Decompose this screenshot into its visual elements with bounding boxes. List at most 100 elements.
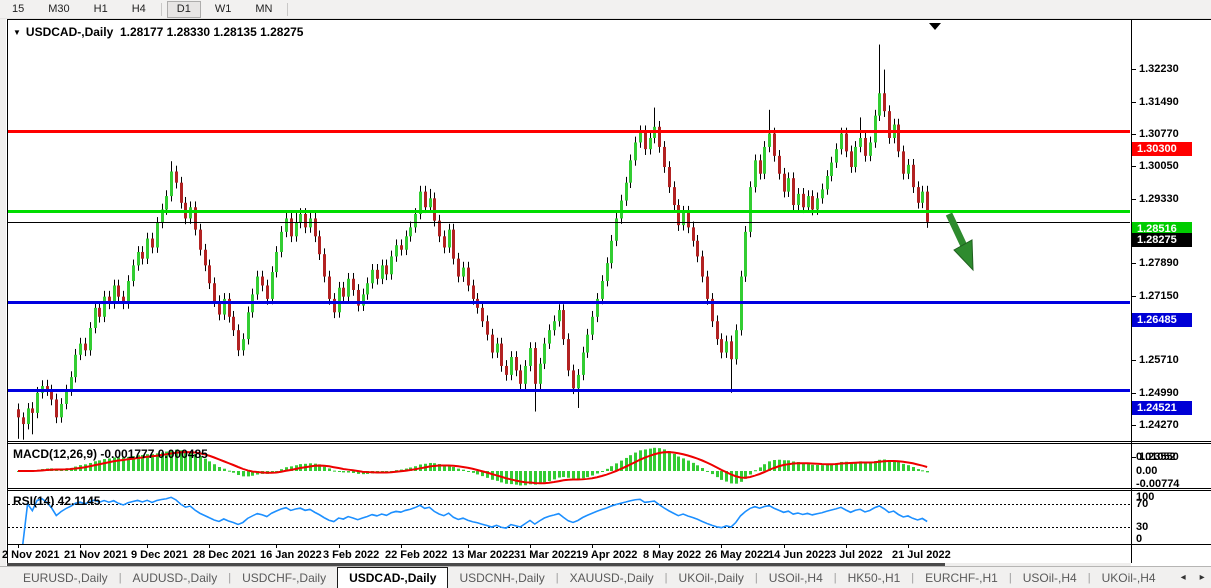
axis-tick [1131, 296, 1136, 297]
price-label-1.32230: 1.32230 [1131, 63, 1179, 76]
date-label: 14 Jun 2022 [768, 549, 831, 561]
price-label-1.29330: 1.29330 [1131, 193, 1179, 206]
date-label: 13 Mar 2022 [452, 549, 515, 561]
date-label: 21 Nov 2021 [64, 549, 128, 561]
price-label-1.31490: 1.31490 [1131, 96, 1179, 109]
price-label-1.24270: 1.24270 [1131, 419, 1179, 432]
date-tick [721, 545, 722, 548]
axis-tick [1131, 102, 1136, 103]
main-panel-bottom-border [7, 441, 1211, 442]
date-tick [784, 545, 785, 548]
toolbar-separator [160, 2, 162, 16]
chart-symbol-label: USDCAD-,Daily [25, 25, 114, 39]
date-tick [339, 545, 340, 548]
date-tick [530, 545, 531, 548]
macd-label: MACD(12,26,9) -0.001777 0.000485 [13, 447, 208, 461]
date-tick [80, 545, 81, 548]
price-level-badge-1.26485: 1.26485 [1132, 313, 1192, 327]
date-label: 3 Feb 2022 [323, 549, 380, 561]
date-tick [276, 545, 277, 548]
rsi-label: RSI(14) 42.1145 [13, 494, 101, 508]
date-label: 2 Nov 2021 [2, 549, 60, 561]
price-label-1.27890: 1.27890 [1131, 257, 1179, 270]
price-level-badge-1.30300: 1.30300 [1132, 142, 1192, 156]
timeframe-m30[interactable]: M30 [38, 1, 79, 18]
symbol-tab-audusddaily[interactable]: AUDUSD-,Daily [122, 567, 229, 588]
symbol-tab-ukoildaily[interactable]: UKOil-,Daily [668, 567, 755, 588]
symbol-tab-xauusddaily[interactable]: XAUUSD-,Daily [559, 567, 665, 588]
date-tick [209, 545, 210, 548]
date-label: 9 Dec 2021 [131, 549, 188, 561]
rsi-axis-label: 0 [1136, 533, 1143, 545]
tab-scroll-right-icon[interactable]: ▸ [1200, 572, 1205, 583]
rsi-axis-label: 70 [1136, 498, 1149, 510]
date-label: 3 Jul 2022 [830, 549, 883, 561]
timeframe-h1[interactable]: H1 [84, 1, 118, 18]
price-axis-separator [1131, 19, 1132, 563]
price-level-badge-1.24521: 1.24521 [1132, 401, 1192, 415]
symbol-tab-usdcnhdaily[interactable]: USDCNH-,Daily [448, 567, 555, 588]
date-label: 26 May 2022 [705, 549, 770, 561]
axis-tick [1131, 393, 1136, 394]
macd-axis-label: 0.00 [1136, 465, 1158, 477]
left-gutter [0, 19, 6, 566]
symbol-tab-eurusddaily[interactable]: EURUSD-,Daily [12, 567, 119, 588]
down-arrow-annotation-icon[interactable] [941, 209, 983, 275]
macd-panel-bottom-border [7, 488, 1211, 489]
price-label-1.24990: 1.24990 [1131, 387, 1179, 400]
axis-tick [1131, 425, 1136, 426]
toolbar-separator [287, 2, 289, 16]
date-tick [659, 545, 660, 548]
date-tick [401, 545, 402, 548]
axis-tick [1131, 199, 1136, 200]
chart-ohlc-values: 1.28177 1.28330 1.28135 1.28275 [119, 25, 304, 39]
symbol-tabbar: EURUSD-,Daily | AUDUSD-,Daily | USDCHF-,Dail… [0, 566, 1211, 588]
timeframe-h4[interactable]: H4 [122, 1, 156, 18]
symbol-tab-usdchfdaily[interactable]: USDCHF-,Daily [231, 567, 337, 588]
macd-axis-label: 0.01052 [1136, 451, 1176, 463]
date-label: 19 Apr 2022 [576, 549, 638, 561]
rsi-axis-label: 30 [1136, 521, 1149, 533]
date-label: 16 Jan 2022 [260, 549, 322, 561]
timeframe-mn[interactable]: MN [245, 1, 282, 18]
axis-tick [1131, 360, 1136, 361]
axis-tick [1131, 166, 1136, 167]
symbol-tab-usoilh4[interactable]: USOil-,H4 [758, 567, 834, 588]
symbol-tab-usoilh4[interactable]: USOil-,H4 [1012, 567, 1088, 588]
date-label: 21 Jul 2022 [892, 549, 951, 561]
rsi-indicator-canvas[interactable] [8, 491, 1130, 544]
symbol-tab-hk50h1[interactable]: HK50-,H1 [837, 567, 912, 588]
date-tick [846, 545, 847, 548]
date-tick [18, 545, 19, 548]
rsi-panel-bottom-border [7, 544, 1211, 545]
axis-tick [1131, 69, 1136, 70]
price-level-badge-1.28275: 1.28275 [1132, 233, 1192, 247]
chart-shift-marker-icon[interactable] [929, 23, 941, 30]
date-tick [147, 545, 148, 548]
symbol-tab-usdcaddaily[interactable]: USDCAD-,Daily [337, 567, 449, 588]
timeframe-d1[interactable]: D1 [166, 0, 201, 18]
timeframe-w1[interactable]: W1 [205, 1, 242, 18]
symbol-tab-ukoilh4[interactable]: UKOil-,H4 [1091, 567, 1167, 588]
axis-tick [1131, 263, 1136, 264]
date-tick [468, 545, 469, 548]
price-label-1.25710: 1.25710 [1131, 354, 1179, 367]
chart-window: ▼ USDCAD-,Daily 1.28177 1.28330 1.28135 1… [0, 19, 1211, 566]
trading-app-window: 15 M30 H1 H4 D1 W1 MN ▼ USDCAD-,Daily 1.28177 1… [0, 0, 1211, 588]
price-label-1.30770: 1.30770 [1131, 128, 1179, 141]
date-label: 22 Feb 2022 [385, 549, 448, 561]
symbol-tab-eurchfh1[interactable]: EURCHF-,H1 [914, 567, 1009, 588]
date-tick [592, 545, 593, 548]
date-label: 8 May 2022 [643, 549, 702, 561]
date-tick [908, 545, 909, 548]
timeframe-15[interactable]: 15 [2, 1, 34, 18]
axis-tick [1131, 134, 1136, 135]
date-label: 31 Mar 2022 [514, 549, 577, 561]
price-label-1.27150: 1.27150 [1131, 290, 1179, 303]
tab-scroll-left-icon[interactable]: ◂ [1181, 572, 1186, 583]
symbol-dropdown-icon[interactable]: ▼ [13, 28, 21, 37]
macd-axis-label: -0.00774 [1136, 478, 1180, 490]
price-label-1.30050: 1.30050 [1131, 160, 1179, 173]
chart-title: ▼ USDCAD-,Daily 1.28177 1.28330 1.28135 1… [13, 25, 303, 39]
timeframe-toolbar: 15 M30 H1 H4 D1 W1 MN [0, 0, 1211, 19]
